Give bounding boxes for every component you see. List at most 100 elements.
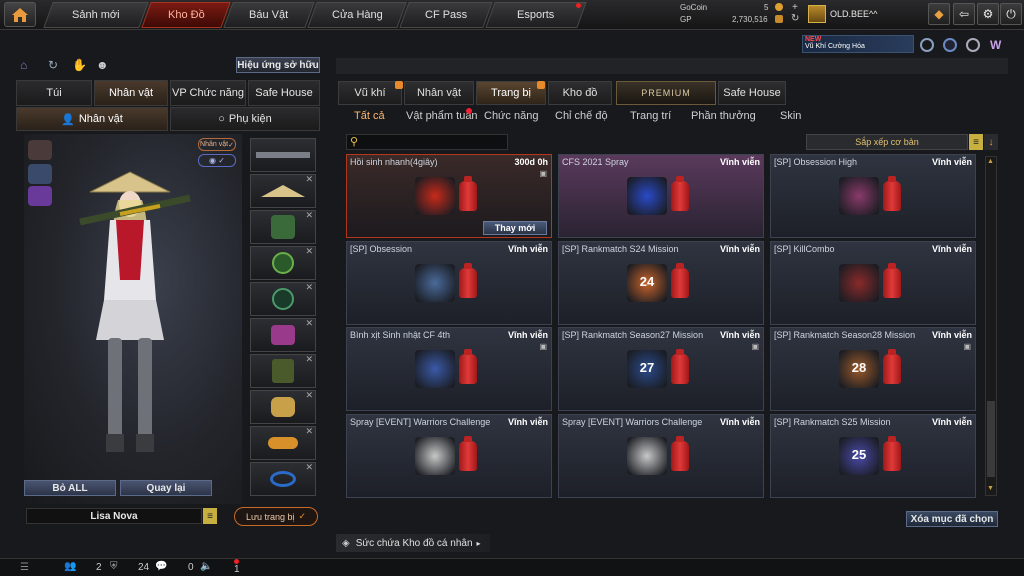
- sort-direction-button[interactable]: ↓: [984, 134, 998, 150]
- slot-hat[interactable]: ✕: [250, 174, 316, 208]
- remove-icon[interactable]: ✕: [305, 282, 313, 293]
- remove-icon[interactable]: ✕: [305, 426, 313, 437]
- subtab-accessory[interactable]: ○ Phụ kiện: [170, 107, 320, 131]
- item-card[interactable]: Bình xịt Sinh nhật CF 4th Vĩnh viễn ▣: [346, 327, 552, 411]
- rank-shield-button[interactable]: ◆: [928, 3, 950, 25]
- remove-icon[interactable]: ✕: [305, 354, 313, 365]
- item-card[interactable]: Spray [EVENT] Warriors Challenge Vĩnh viễ…: [558, 413, 764, 498]
- replace-button[interactable]: Thay mới: [483, 221, 547, 235]
- tab-character[interactable]: Nhân vật: [94, 80, 168, 106]
- save-loadout-button[interactable]: Lưu trang bị ✓: [234, 507, 318, 526]
- tab-bag[interactable]: Túi: [16, 80, 92, 106]
- friends-icon[interactable]: 👥: [64, 561, 76, 572]
- speaker-icon[interactable]: 🔈: [200, 561, 212, 572]
- slot-emblem[interactable]: ✕: [250, 246, 316, 280]
- tab-functional-items[interactable]: VP Chức năng: [170, 80, 246, 106]
- remove-icon[interactable]: ✕: [305, 390, 313, 401]
- search-input[interactable]: ⚲: [346, 134, 508, 150]
- subtab-character[interactable]: 👤 Nhân vật: [16, 107, 168, 131]
- remove-icon[interactable]: ✕: [305, 210, 313, 221]
- menu-icon[interactable]: ☰: [20, 562, 29, 573]
- clan-icon[interactable]: ⛨: [110, 561, 118, 572]
- trash-icon[interactable]: ▣: [751, 342, 759, 351]
- visibility-toggle[interactable]: ◉ ✓: [198, 154, 236, 167]
- pet-icon[interactable]: ☻: [96, 58, 110, 72]
- tab-storage[interactable]: Kho đồ: [548, 81, 612, 105]
- nav-tab-treasure[interactable]: Báu Vật: [223, 2, 315, 28]
- scroll-down-icon[interactable]: ▼: [987, 485, 995, 493]
- delete-selected-button[interactable]: Xóa mục đã chọn: [906, 511, 998, 527]
- promo-banner[interactable]: NEW Vũ Khí Cường Hóa: [802, 35, 914, 53]
- back-button[interactable]: Quay lại: [120, 480, 212, 496]
- item-card[interactable]: [SP] Rankmatch Season28 Mission Vĩnh viễn…: [770, 327, 976, 411]
- slot-knuckle[interactable]: ✕: [250, 462, 316, 496]
- remove-icon[interactable]: ✕: [305, 318, 313, 329]
- remove-icon[interactable]: ✕: [305, 174, 313, 185]
- character-skill-icon-2[interactable]: [28, 164, 52, 184]
- settings-button[interactable]: ⚙: [977, 3, 999, 25]
- exit-button[interactable]: ⇦: [953, 3, 975, 25]
- scrollbar[interactable]: ▲ ▼: [985, 156, 997, 496]
- tab-characters[interactable]: Nhân vật: [404, 81, 474, 105]
- slot-mask[interactable]: ✕: [250, 210, 316, 244]
- home-button[interactable]: [4, 2, 36, 27]
- storage-capacity-bar[interactable]: ◈ Sức chứa Kho đồ cá nhân ▸: [336, 534, 490, 552]
- item-card[interactable]: Hồi sinh nhanh(4giây) 300d 0h ▣ Thay mới: [346, 154, 552, 238]
- tab-safe-house-right[interactable]: Safe House: [718, 81, 786, 105]
- item-card[interactable]: [SP] Obsession High Vĩnh viễn: [770, 154, 976, 238]
- character-menu-button[interactable]: ≡: [203, 508, 217, 524]
- slot-wings[interactable]: ✕: [250, 318, 316, 352]
- rotate-icon[interactable]: ↻: [48, 58, 62, 72]
- slot-badge[interactable]: ✕: [250, 282, 316, 316]
- tab-premium[interactable]: PREMIUM: [616, 81, 716, 105]
- power-button[interactable]: ⏻: [1000, 3, 1022, 25]
- item-card[interactable]: [SP] Rankmatch Season27 Mission Vĩnh viễn…: [558, 327, 764, 411]
- remove-all-button[interactable]: Bỏ ALL: [24, 480, 116, 496]
- ownership-effect-button[interactable]: Hiệu ứng sở hữu: [236, 57, 320, 73]
- remove-icon[interactable]: ✕: [305, 462, 313, 473]
- nav-tab-esports[interactable]: Esports: [485, 2, 587, 28]
- scroll-thumb[interactable]: [987, 401, 995, 477]
- slot-grenade[interactable]: ✕: [250, 426, 316, 460]
- event-icon-4[interactable]: W: [990, 38, 1006, 52]
- item-card[interactable]: [SP] Obsession Vĩnh viễn: [346, 240, 552, 325]
- subtab-rewards[interactable]: Phần thưởng: [691, 110, 756, 122]
- item-card[interactable]: CFS 2021 Spray Vĩnh viễn: [558, 154, 764, 238]
- remove-icon[interactable]: ✕: [305, 246, 313, 257]
- trash-icon[interactable]: ▣: [539, 169, 547, 178]
- tab-safe-house[interactable]: Safe House: [248, 80, 320, 106]
- subtab-skin[interactable]: Skin: [780, 110, 801, 122]
- refresh-icon[interactable]: ↻: [791, 13, 799, 24]
- pose-icon[interactable]: ✋: [72, 58, 87, 72]
- character-skill-icon-1[interactable]: [28, 140, 52, 160]
- subtab-functional[interactable]: Chức năng: [484, 110, 538, 122]
- slot-gloves[interactable]: ✕: [250, 390, 316, 424]
- subtab-decoration[interactable]: Trang trí: [630, 110, 671, 122]
- nav-tab-lobby[interactable]: Sảnh mới: [43, 2, 149, 28]
- event-icon-2[interactable]: [943, 38, 957, 52]
- chat-icon[interactable]: 💬: [155, 561, 167, 572]
- event-icon-1[interactable]: [920, 38, 934, 52]
- event-icon-3[interactable]: [966, 38, 980, 52]
- nav-tab-inventory[interactable]: Kho Đồ: [141, 2, 231, 28]
- item-card[interactable]: [SP] Rankmatch S24 Mission Vĩnh viễn 24: [558, 240, 764, 325]
- item-card[interactable]: [SP] KillCombo Vĩnh viễn: [770, 240, 976, 325]
- slot-weapon[interactable]: [250, 138, 316, 172]
- scroll-up-icon[interactable]: ▲: [987, 158, 995, 166]
- trash-icon[interactable]: ▣: [539, 342, 547, 351]
- item-card[interactable]: Spray [EVENT] Warriors Challenge Vĩnh viễ…: [346, 413, 552, 498]
- tab-weapons[interactable]: Vũ khí: [338, 81, 402, 105]
- item-card[interactable]: [SP] Rankmatch S25 Mission Vĩnh viễn 25: [770, 413, 976, 498]
- trash-icon[interactable]: ▣: [963, 342, 971, 351]
- add-gocoin-icon[interactable]: +: [792, 2, 798, 13]
- subtab-mode-only[interactable]: Chỉ chế độ: [555, 110, 608, 122]
- gift-icon[interactable]: ⌂: [20, 58, 34, 72]
- sort-menu-button[interactable]: ≡: [969, 134, 983, 150]
- subtab-all[interactable]: Tất cả: [354, 110, 385, 122]
- tab-equipment[interactable]: Trang bị: [476, 81, 546, 105]
- nav-tab-cfpass[interactable]: CF Pass: [399, 2, 493, 28]
- character-skill-icon-3[interactable]: [28, 186, 52, 206]
- slot-vest[interactable]: ✕: [250, 354, 316, 388]
- nav-tab-shop[interactable]: Cửa Hàng: [307, 2, 407, 28]
- sort-dropdown[interactable]: Sắp xếp cơ bản: [806, 134, 968, 150]
